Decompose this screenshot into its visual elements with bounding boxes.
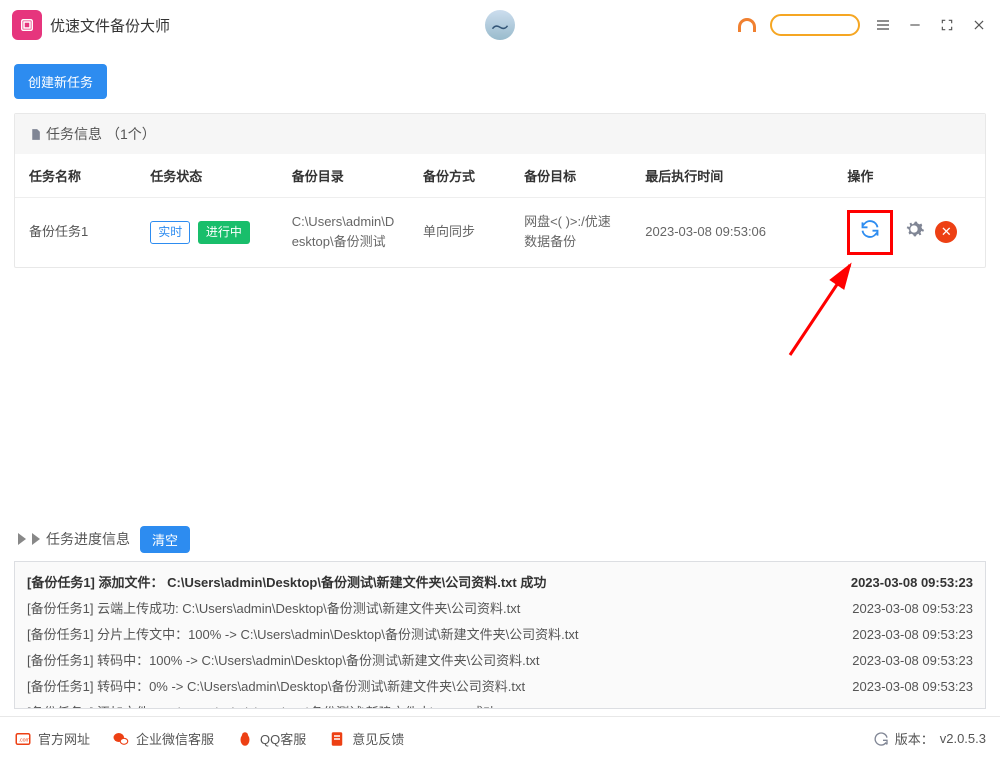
- th-source: 备份目录: [278, 154, 409, 198]
- task-table: 任务名称 任务状态 备份目录 备份方式 备份目标 最后执行时间 操作 备份任务1…: [15, 154, 985, 267]
- log-time: 2023-03-08 09:53:23: [852, 624, 973, 646]
- th-name: 任务名称: [15, 154, 136, 198]
- log-row: [备份任务1] 添加文件： C:\Users\admin\Desktop\备份测…: [27, 700, 973, 709]
- footer-version: 版本： v2.0.5.3: [873, 729, 986, 748]
- app-title: 优速文件备份大师: [50, 15, 170, 36]
- log-time: 2023-03-08 09:53:23: [851, 572, 973, 594]
- wechat-icon: [112, 730, 130, 748]
- th-status: 任务状态: [136, 154, 277, 198]
- footer-link-label: 官方网址: [38, 729, 90, 748]
- th-lasttime: 最后执行时间: [631, 154, 833, 198]
- refresh-icon[interactable]: [873, 731, 889, 747]
- log-row: [备份任务1] 转码中：0% -> C:\Users\admin\Desktop…: [27, 674, 973, 700]
- log-msg: [备份任务1] 添加文件： C:\Users\admin\Desktop\备份测…: [27, 572, 546, 594]
- footer-link-web[interactable]: .com 官方网址: [14, 729, 90, 748]
- create-task-button[interactable]: 创建新任务: [14, 64, 107, 99]
- footer-link-wechat[interactable]: 企业微信客服: [112, 729, 214, 748]
- app-logo-icon: [12, 10, 42, 40]
- arrow-annotation: [770, 255, 890, 375]
- log-msg: [备份任务1] 分片上传文中：100% -> C:\Users\admin\De…: [27, 624, 579, 646]
- web-icon: .com: [14, 730, 32, 748]
- cell-ops: ✕: [833, 198, 985, 267]
- sync-icon[interactable]: [860, 219, 880, 246]
- footer: .com 官方网址 企业微信客服 QQ客服 意见反馈 版本： v2.0.5.3: [0, 716, 1000, 760]
- log-box[interactable]: [备份任务1] 添加文件： C:\Users\admin\Desktop\备份测…: [14, 561, 986, 709]
- log-msg: [备份任务1] 云端上传成功: C:\Users\admin\Desktop\备…: [27, 598, 520, 620]
- main-area: 创建新任务 任务信息（1个） 任务名称 任务状态 备份目录 备份方式 备份目标 …: [0, 50, 1000, 268]
- log-time: 2023-03-08 09:53:23: [852, 598, 973, 620]
- log-time: 2023-03-08 09:53:22: [852, 702, 973, 709]
- chevron-right-icon[interactable]: [32, 533, 40, 545]
- cell-method: 单向同步: [409, 198, 510, 267]
- log-msg: [备份任务1] 转码中：100% -> C:\Users\admin\Deskt…: [27, 650, 540, 672]
- svg-text:.com: .com: [19, 737, 31, 743]
- task-info-panel: 任务信息（1个） 任务名称 任务状态 备份目录 备份方式 备份目标 最后执行时间…: [14, 113, 986, 268]
- log-row: [备份任务1] 转码中：100% -> C:\Users\admin\Deskt…: [27, 648, 973, 674]
- progress-header: 任务进度信息 清空: [14, 518, 986, 561]
- badge-realtime: 实时: [150, 221, 190, 244]
- cell-name: 备份任务1: [15, 198, 136, 267]
- delete-icon[interactable]: ✕: [935, 221, 957, 243]
- file-icon: [29, 128, 42, 141]
- globe-icon: [485, 10, 515, 40]
- version-value: v2.0.5.3: [940, 731, 986, 746]
- log-time: 2023-03-08 09:53:23: [852, 676, 973, 698]
- th-method: 备份方式: [409, 154, 510, 198]
- log-msg: [备份任务1] 添加文件： C:\Users\admin\Desktop\备份测…: [27, 702, 497, 709]
- title-bar: 优速文件备份大师: [0, 0, 1000, 50]
- cell-target: 网盘<( )>:/优速数据备份: [510, 198, 631, 267]
- notification-icon[interactable]: [738, 18, 756, 32]
- log-time: 2023-03-08 09:53:23: [852, 650, 973, 672]
- cell-source: C:\Users\admin\Desktop\备份测试: [278, 198, 409, 267]
- menu-icon[interactable]: [874, 16, 892, 34]
- progress-title: 任务进度信息: [46, 529, 130, 549]
- th-target: 备份目标: [510, 154, 631, 198]
- maximize-icon[interactable]: [938, 16, 956, 34]
- log-msg: [备份任务1] 转码中：0% -> C:\Users\admin\Desktop…: [27, 676, 525, 698]
- sync-action-highlight: [847, 210, 893, 255]
- footer-link-label: 意见反馈: [352, 729, 404, 748]
- cell-status: 实时 进行中: [136, 198, 277, 267]
- gear-icon[interactable]: [903, 218, 925, 247]
- log-row: [备份任务1] 添加文件： C:\Users\admin\Desktop\备份测…: [27, 570, 973, 596]
- panel-header: 任务信息（1个）: [15, 114, 985, 154]
- panel-title: 任务信息: [46, 124, 102, 144]
- title-bar-controls: [738, 14, 988, 36]
- close-icon[interactable]: [970, 16, 988, 34]
- version-label: 版本：: [895, 729, 934, 748]
- th-ops: 操作: [833, 154, 985, 198]
- title-center-decor: [485, 10, 515, 40]
- minimize-icon[interactable]: [906, 16, 924, 34]
- panel-count: （1个）: [106, 124, 156, 144]
- footer-links: .com 官方网址 企业微信客服 QQ客服 意见反馈: [14, 729, 404, 748]
- footer-link-label: QQ客服: [260, 729, 306, 748]
- footer-link-qq[interactable]: QQ客服: [236, 729, 306, 748]
- chevron-right-icon[interactable]: [18, 533, 26, 545]
- table-row: 备份任务1 实时 进行中 C:\Users\admin\Desktop\备份测试…: [15, 198, 985, 267]
- clear-log-button[interactable]: 清空: [140, 526, 190, 553]
- log-row: [备份任务1] 云端上传成功: C:\Users\admin\Desktop\备…: [27, 596, 973, 622]
- badge-running: 进行中: [198, 221, 250, 244]
- account-pill[interactable]: [770, 14, 860, 36]
- footer-link-label: 企业微信客服: [136, 729, 214, 748]
- cell-lasttime: 2023-03-08 09:53:06: [631, 198, 833, 267]
- footer-link-feedback[interactable]: 意见反馈: [328, 729, 404, 748]
- log-row: [备份任务1] 分片上传文中：100% -> C:\Users\admin\De…: [27, 622, 973, 648]
- feedback-icon: [328, 730, 346, 748]
- qq-icon: [236, 730, 254, 748]
- progress-panel: 任务进度信息 清空 [备份任务1] 添加文件： C:\Users\admin\D…: [14, 518, 986, 709]
